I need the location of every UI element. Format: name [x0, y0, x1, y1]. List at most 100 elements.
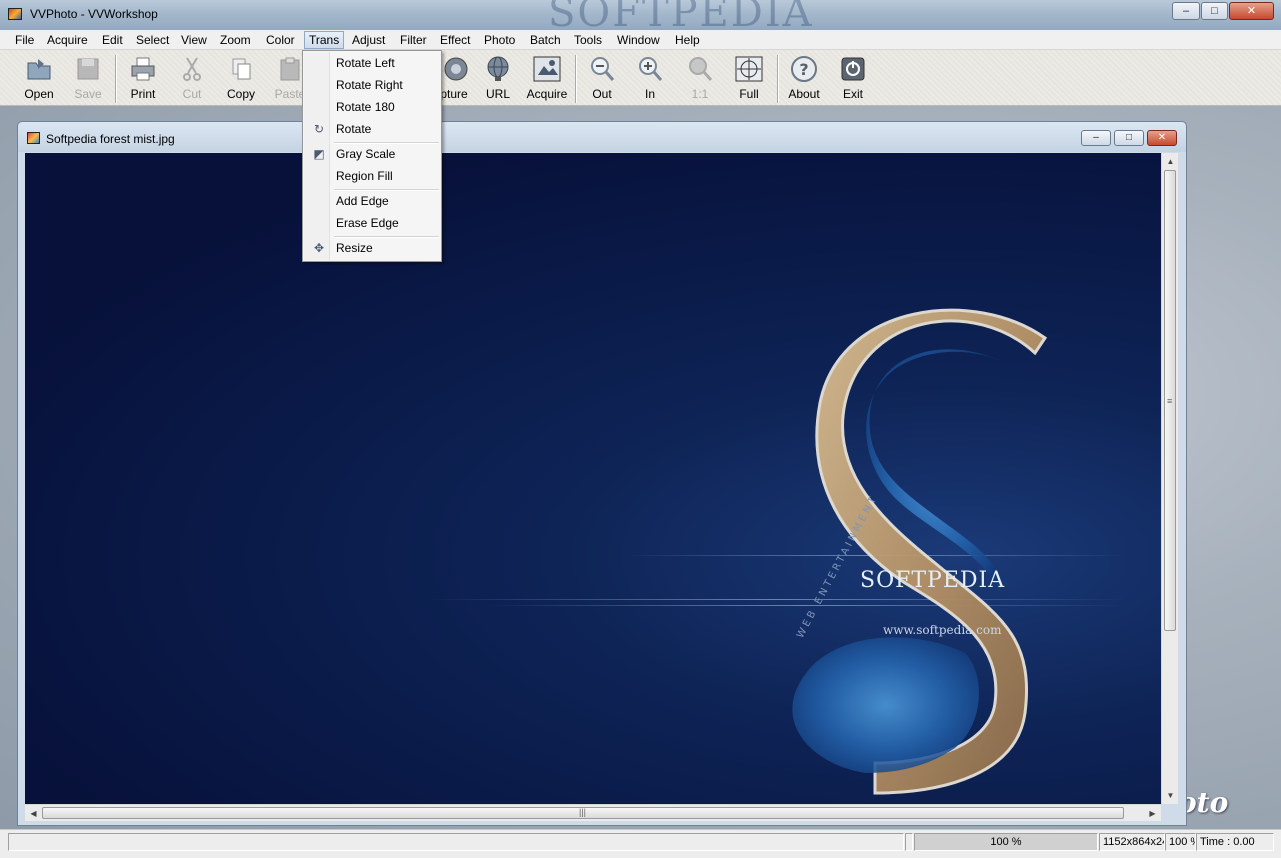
url-button[interactable]: URL	[476, 54, 520, 104]
zoom-out-label: Out	[592, 87, 612, 101]
menu-effect[interactable]: Effect	[436, 31, 474, 49]
scroll-grip-icon: |||	[579, 807, 587, 817]
scroll-up-arrow[interactable]: ▲	[1162, 153, 1179, 170]
svg-text:?: ?	[799, 60, 808, 79]
island-image	[792, 308, 1048, 795]
status-message	[8, 833, 904, 851]
menu-photo[interactable]: Photo	[480, 31, 519, 49]
trans-dropdown-menu: Rotate Left Rotate Right Rotate 180 ↻ Ro…	[302, 50, 442, 262]
app-titlebar[interactable]: SOFTPEDIA VVPhoto - VVWorkshop – □ ✕	[0, 0, 1281, 36]
cut-button[interactable]: Cut	[170, 54, 214, 104]
zoom-out-button[interactable]: Out	[580, 54, 624, 104]
image-canvas[interactable]: SOFTPEDIA www.softpedia.com WEB ENTERTAI…	[25, 153, 1161, 804]
menu-tools[interactable]: Tools	[570, 31, 606, 49]
menu-item-resize[interactable]: ✥ Resize	[306, 238, 438, 258]
menu-trans[interactable]: Trans	[304, 31, 345, 49]
help-icon: ?	[789, 55, 819, 83]
menu-color[interactable]: Color	[262, 31, 299, 49]
menu-item-gray-scale[interactable]: ◩ Gray Scale	[306, 144, 438, 164]
document-icon	[27, 132, 40, 144]
scroll-grip-icon: ≡	[1167, 396, 1173, 406]
menu-item-rotate-180[interactable]: Rotate 180	[306, 97, 438, 117]
menu-item-rotate-right[interactable]: Rotate Right	[306, 75, 438, 95]
zoom-actual-label: 1:1	[691, 87, 709, 101]
full-label: Full	[739, 87, 759, 101]
status-zoom-small: 100 %	[1165, 833, 1196, 851]
save-label: Save	[74, 87, 102, 101]
acquire-button[interactable]: Acquire	[525, 54, 569, 104]
menu-help[interactable]: Help	[671, 31, 704, 49]
menu-acquire[interactable]: Acquire	[43, 31, 92, 49]
zoom-actual-icon	[685, 55, 715, 83]
close-button[interactable]: ✕	[1229, 2, 1274, 20]
zoom-in-label: In	[644, 87, 655, 101]
open-label: Open	[24, 87, 54, 101]
maximize-button[interactable]: □	[1201, 2, 1228, 20]
about-label: About	[788, 87, 820, 101]
menu-item-erase-edge[interactable]: Erase Edge	[306, 213, 438, 233]
menu-item-label: Gray Scale	[336, 147, 396, 161]
menu-edit[interactable]: Edit	[98, 31, 127, 49]
menu-item-label: Region Fill	[336, 169, 393, 183]
rotate-icon: ↻	[313, 122, 325, 136]
document-title: Softpedia forest mist.jpg	[46, 132, 175, 146]
menu-view[interactable]: View	[177, 31, 211, 49]
copy-label: Copy	[226, 87, 255, 101]
scissors-icon	[177, 55, 207, 83]
menu-adjust[interactable]: Adjust	[348, 31, 389, 49]
menu-filter[interactable]: Filter	[396, 31, 431, 49]
menu-batch[interactable]: Batch	[526, 31, 565, 49]
menu-window[interactable]: Window	[613, 31, 664, 49]
softpedia-url-text: www.softpedia.com	[883, 623, 1002, 637]
scroll-down-arrow[interactable]: ▼	[1162, 787, 1179, 804]
zoom-in-button[interactable]: In	[628, 54, 672, 104]
menubar: File Acquire Edit Select View Zoom Color…	[0, 30, 1281, 50]
menu-item-rotate-left[interactable]: Rotate Left	[306, 53, 438, 73]
menu-item-rotate[interactable]: ↻ Rotate	[306, 119, 438, 139]
menu-select[interactable]: Select	[132, 31, 173, 49]
scroll-left-arrow[interactable]: ◀	[25, 805, 42, 822]
menu-file[interactable]: File	[11, 31, 38, 49]
copy-icon	[226, 55, 256, 83]
softpedia-logo-text: SOFTPEDIA	[860, 568, 1006, 593]
save-button[interactable]: Save	[66, 54, 110, 104]
document-minimize-button[interactable]: –	[1081, 130, 1111, 146]
app-title: VVPhoto - VVWorkshop	[30, 7, 158, 21]
menu-item-label: Add Edge	[336, 194, 389, 208]
document-window[interactable]: Softpedia forest mist.jpg – □ ✕ SOFTPEDI…	[17, 121, 1187, 826]
menu-item-label: Resize	[336, 241, 373, 255]
print-label: Print	[130, 87, 156, 101]
app-icon	[8, 8, 22, 20]
document-maximize-button[interactable]: □	[1114, 130, 1144, 146]
toolbar-separator	[575, 55, 577, 103]
open-button[interactable]: Open	[17, 54, 61, 104]
minimize-button[interactable]: –	[1172, 2, 1200, 20]
menu-item-label: Erase Edge	[336, 216, 399, 230]
exit-button[interactable]: Exit	[831, 54, 875, 104]
menu-item-add-edge[interactable]: Add Edge	[306, 191, 438, 211]
power-icon	[838, 55, 868, 83]
print-button[interactable]: Print	[121, 54, 165, 104]
document-titlebar[interactable]: Softpedia forest mist.jpg – □ ✕	[18, 122, 1186, 152]
menu-zoom[interactable]: Zoom	[216, 31, 255, 49]
zoom-in-icon	[635, 55, 665, 83]
menu-item-label: Rotate 180	[336, 100, 395, 114]
horizontal-scrollbar[interactable]: ◀ ||| ▶	[25, 804, 1161, 821]
menu-item-region-fill[interactable]: Region Fill	[306, 166, 438, 186]
globe-icon	[483, 55, 513, 83]
url-label: URL	[485, 87, 510, 101]
zoom-out-icon	[587, 55, 617, 83]
copy-button[interactable]: Copy	[219, 54, 263, 104]
paste-icon	[275, 55, 305, 83]
scroll-right-arrow[interactable]: ▶	[1144, 805, 1161, 822]
document-close-button[interactable]: ✕	[1147, 130, 1177, 146]
printer-icon	[128, 55, 158, 83]
zoom-actual-button[interactable]: 1:1	[678, 54, 722, 104]
save-disk-icon	[73, 55, 103, 83]
vertical-scrollbar[interactable]: ▲ ≡ ▼	[1161, 153, 1178, 804]
acquire-label: Acquire	[526, 87, 568, 101]
about-button[interactable]: ? About	[782, 54, 826, 104]
status-divider	[905, 833, 913, 851]
menu-item-label: Rotate Left	[336, 56, 395, 70]
full-button[interactable]: Full	[727, 54, 771, 104]
